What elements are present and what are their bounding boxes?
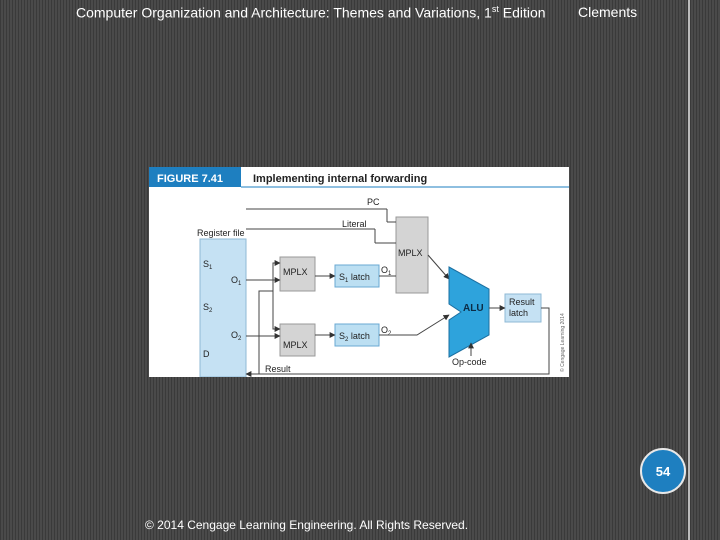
result-latch-label-1: Result bbox=[509, 297, 535, 307]
mplx-lower-label: MPLX bbox=[283, 340, 308, 350]
register-d-label: D bbox=[203, 349, 210, 359]
figure-credit: © Cengage Learning 2014 bbox=[559, 313, 566, 372]
figure-tag: FIGURE 7.41 bbox=[157, 173, 223, 185]
result-label: Result bbox=[265, 364, 291, 374]
literal-label: Literal bbox=[342, 219, 367, 229]
o1-out-label: O1 bbox=[381, 265, 392, 277]
register-file-label: Register file bbox=[197, 228, 245, 238]
header-title-superscript: st bbox=[491, 4, 499, 14]
slide-frame-line bbox=[688, 0, 690, 540]
header-title-edition: Edition bbox=[498, 4, 546, 21]
page-number-badge: 54 bbox=[640, 448, 686, 494]
header-title-text: Computer Organization and Architecture: … bbox=[76, 4, 492, 21]
mplx-top-to-alu bbox=[427, 254, 450, 280]
slide-header-title: Computer Organization and Architecture: … bbox=[76, 4, 546, 21]
mplx-top-label: MPLX bbox=[398, 248, 423, 258]
pc-label: PC bbox=[367, 197, 380, 207]
copyright-notice: © 2014 Cengage Learning Engineering. All… bbox=[145, 518, 469, 532]
mplx-upper-label: MPLX bbox=[283, 267, 308, 277]
forwarding-diagram: FIGURE 7.41 Implementing internal forwar… bbox=[149, 167, 569, 377]
alu-label: ALU bbox=[463, 303, 484, 314]
forward-to-mplx-lower bbox=[272, 291, 281, 332]
slide-header-author: Clements bbox=[578, 4, 638, 20]
op-code-label: Op-code bbox=[452, 357, 487, 367]
figure-caption: Implementing internal forwarding bbox=[253, 173, 427, 185]
figure-internal-forwarding: FIGURE 7.41 Implementing internal forwar… bbox=[149, 167, 569, 377]
result-latch-label-2: latch bbox=[509, 308, 528, 318]
